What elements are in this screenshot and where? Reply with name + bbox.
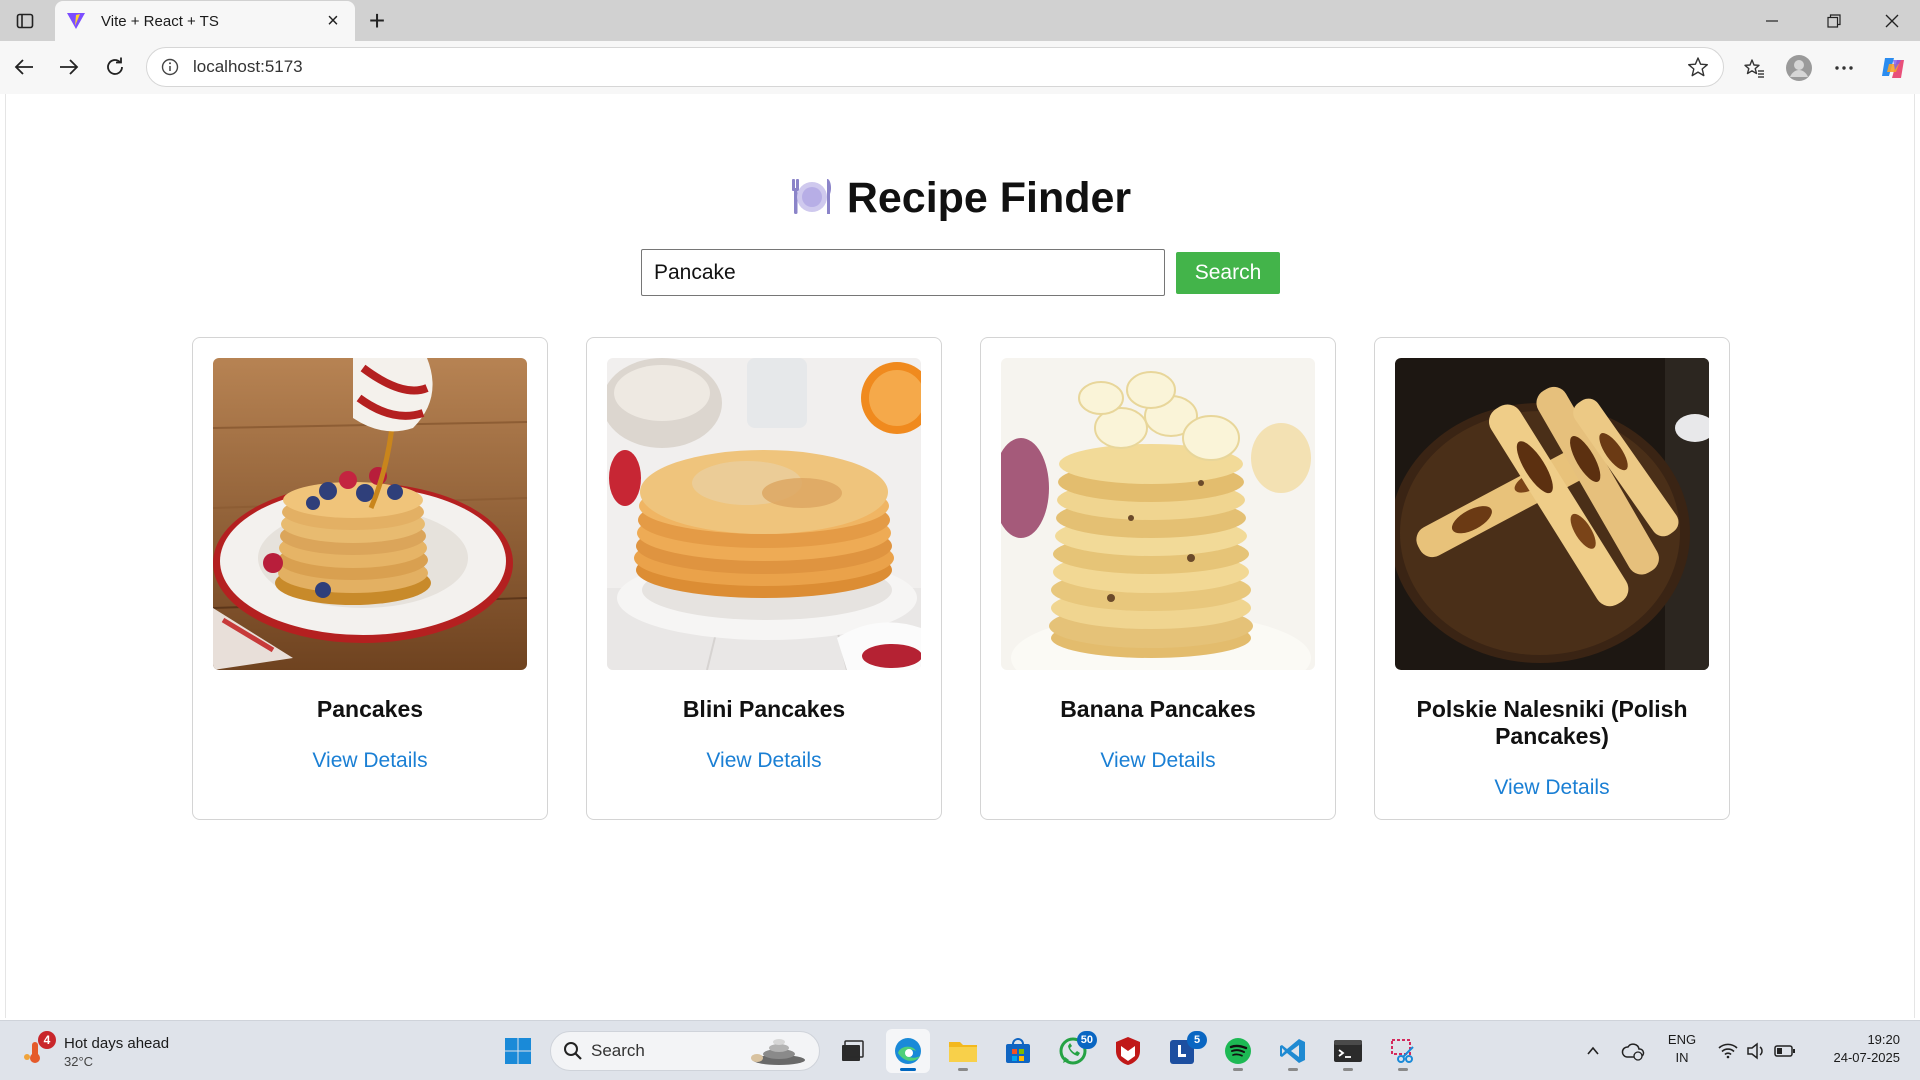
- clock-time: 19:20: [1867, 1032, 1900, 1047]
- microsoft-store-icon[interactable]: [996, 1029, 1040, 1073]
- favorites-icon[interactable]: [1736, 50, 1772, 86]
- search-highlight-stones-icon: [745, 1036, 809, 1066]
- language-region: IN: [1675, 1050, 1689, 1065]
- teams-lync-icon[interactable]: 5: [1161, 1029, 1207, 1073]
- recipe-title: Pancakes: [316, 696, 424, 722]
- more-options-icon[interactable]: [1826, 50, 1862, 86]
- wifi-icon[interactable]: [1716, 1031, 1740, 1071]
- plate-cutlery-icon: [791, 176, 833, 227]
- view-details-link[interactable]: View Details: [1375, 776, 1729, 800]
- recipe-image[interactable]: [213, 358, 527, 670]
- whatsapp-icon[interactable]: 50: [1051, 1029, 1097, 1073]
- show-hidden-icons-chevron-icon[interactable]: [1580, 1031, 1606, 1071]
- vite-logo-icon: [65, 10, 87, 32]
- recipe-image[interactable]: [1395, 358, 1709, 670]
- restore-icon[interactable]: [1806, 4, 1862, 38]
- task-view-icon[interactable]: [830, 1029, 874, 1073]
- teams-badge: 5: [1187, 1031, 1207, 1049]
- tab-close-icon[interactable]: ×: [321, 9, 345, 33]
- weather-temperature: 32°C: [64, 1054, 94, 1069]
- running-indicator: [1288, 1068, 1298, 1071]
- language-code: ENG: [1667, 1032, 1697, 1047]
- terminal-icon[interactable]: [1326, 1029, 1370, 1073]
- volume-icon[interactable]: [1744, 1031, 1768, 1071]
- site-info-icon[interactable]: [155, 52, 185, 82]
- search-button[interactable]: Search: [1176, 252, 1280, 294]
- page-title: Recipe Finder: [6, 174, 1916, 227]
- file-explorer-icon[interactable]: [941, 1029, 985, 1073]
- taskbar-search[interactable]: Search: [550, 1031, 820, 1071]
- tab-title: Vite + React + TS: [101, 12, 219, 30]
- weather-alert-badge: 4: [38, 1031, 56, 1049]
- active-indicator: [900, 1068, 916, 1071]
- onedrive-sync-icon[interactable]: [1620, 1031, 1646, 1071]
- browser-toolbar: localhost:5173: [0, 41, 1920, 94]
- vscode-icon[interactable]: [1271, 1029, 1315, 1073]
- recipe-card: Pancakes View Details: [192, 337, 548, 820]
- page-viewport: Recipe Finder Search: [5, 94, 1915, 1018]
- view-details-link[interactable]: View Details: [587, 749, 941, 773]
- refresh-icon[interactable]: [98, 50, 132, 84]
- taskbar-search-label: Search: [591, 1041, 645, 1060]
- new-tab-button[interactable]: +: [362, 5, 392, 36]
- back-arrow-icon[interactable]: [7, 50, 41, 84]
- tab-actions-icon[interactable]: [10, 8, 40, 34]
- minimize-icon[interactable]: [1744, 4, 1800, 38]
- running-indicator: [1233, 1068, 1243, 1071]
- mcafee-shield-icon[interactable]: [1106, 1029, 1150, 1073]
- windows-taskbar: 4 Hot days ahead 32°C Search 50 5 ENG IN…: [0, 1020, 1920, 1080]
- system-clock[interactable]: 19:20 24-07-2025: [1810, 1031, 1901, 1067]
- close-window-icon[interactable]: [1864, 4, 1920, 38]
- favorite-star-icon[interactable]: [1681, 50, 1715, 84]
- battery-icon[interactable]: [1772, 1031, 1798, 1071]
- recipe-card: Banana Pancakes View Details: [980, 337, 1336, 820]
- address-bar[interactable]: localhost:5173: [146, 47, 1724, 87]
- recipe-card: Polskie Nalesniki (Polish Pancakes) View…: [1374, 337, 1730, 820]
- running-indicator: [1343, 1068, 1353, 1071]
- weather-widget[interactable]: 4 Hot days ahead 32°C: [22, 1031, 192, 1071]
- copilot-icon[interactable]: [1875, 50, 1911, 86]
- clock-date: 24-07-2025: [1833, 1050, 1901, 1065]
- search-row: Search: [641, 249, 1281, 297]
- recipe-title: Banana Pancakes: [1060, 696, 1256, 722]
- whatsapp-badge: 50: [1076, 1031, 1097, 1049]
- browser-tab[interactable]: Vite + React + TS ×: [55, 1, 355, 41]
- snipping-tool-icon[interactable]: [1381, 1029, 1425, 1073]
- running-indicator: [958, 1068, 968, 1071]
- start-windows-icon[interactable]: [496, 1029, 540, 1073]
- recipe-image[interactable]: [1001, 358, 1315, 670]
- search-icon: [563, 1041, 583, 1061]
- language-indicator[interactable]: ENG IN: [1664, 1031, 1700, 1067]
- recipe-title: Blini Pancakes: [682, 696, 846, 722]
- browser-titlebar: Vite + React + TS × +: [0, 0, 1920, 41]
- recipe-title: Polskie Nalesniki (Polish Pancakes): [1416, 696, 1688, 749]
- profile-avatar-icon[interactable]: [1781, 50, 1817, 86]
- page-title-text: Recipe Finder: [846, 174, 1132, 222]
- spotify-icon[interactable]: [1216, 1029, 1260, 1073]
- weather-title: Hot days ahead: [64, 1035, 170, 1052]
- url-text[interactable]: localhost:5173: [193, 57, 1681, 77]
- view-details-link[interactable]: View Details: [193, 749, 547, 773]
- running-indicator: [1398, 1068, 1408, 1071]
- recipe-card: Blini Pancakes View Details: [586, 337, 942, 820]
- edge-browser-icon[interactable]: [886, 1029, 930, 1073]
- view-details-link[interactable]: View Details: [981, 749, 1335, 773]
- forward-arrow-icon[interactable]: [52, 50, 86, 84]
- recipe-search-input[interactable]: [641, 249, 1165, 296]
- recipe-image[interactable]: [607, 358, 921, 670]
